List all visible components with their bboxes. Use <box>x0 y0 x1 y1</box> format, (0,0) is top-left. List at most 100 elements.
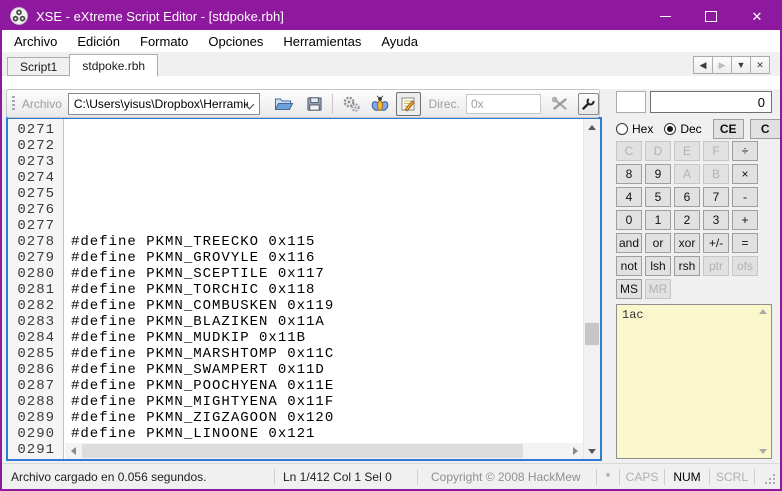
keypad-row: 0123+ <box>616 210 758 230</box>
code-line[interactable] <box>71 186 583 202</box>
horizontal-scroll-thumb[interactable] <box>82 444 523 458</box>
wrench-icon <box>581 97 595 111</box>
title-bar[interactable]: XSE - eXtreme Script Editor - [stdpoke.r… <box>2 2 780 30</box>
calc-button-2[interactable]: 2 <box>674 210 700 230</box>
calc-button-ms[interactable]: MS <box>616 279 642 299</box>
code-line[interactable]: #define PKMN_BLAZIKEN 0x11A <box>71 314 583 330</box>
radio-dec-circle-icon <box>664 123 676 135</box>
calc-button-9[interactable]: 9 <box>645 164 671 184</box>
menu-item-opciones[interactable]: Opciones <box>198 30 273 52</box>
scroll-down-button[interactable] <box>584 443 600 459</box>
code-line[interactable]: #define PKMN_GROVYLE 0x116 <box>71 250 583 266</box>
code-line[interactable] <box>71 218 583 234</box>
calc-button-lsh[interactable]: lsh <box>645 256 671 276</box>
line-number: 0289 <box>8 410 63 426</box>
close-button[interactable]: ✕ <box>734 2 780 30</box>
calc-button-plus-minus[interactable]: +/- <box>703 233 729 253</box>
code-editor[interactable]: 0271027202730274027502760277027802790280… <box>6 117 602 461</box>
menu-item-formato[interactable]: Formato <box>130 30 198 52</box>
tab-script1[interactable]: Script1 <box>7 57 70 76</box>
code-line[interactable] <box>71 122 583 138</box>
scroll-right-button[interactable] <box>567 443 583 459</box>
code-line[interactable] <box>71 154 583 170</box>
save-file-button[interactable] <box>302 92 327 116</box>
calc-button-not[interactable]: not <box>616 256 642 276</box>
compile-button[interactable] <box>338 92 363 116</box>
code-line[interactable] <box>71 170 583 186</box>
calc-button-d: D <box>645 141 671 161</box>
code-line[interactable] <box>71 138 583 154</box>
code-line[interactable]: #define PKMN_MIGHTYENA 0x11F <box>71 394 583 410</box>
script-editor-toggle-button[interactable] <box>396 92 421 116</box>
calculator-memo[interactable]: 1ac <box>616 304 772 459</box>
code-text-area[interactable]: #define PKMN_TREECKO 0x115#define PKMN_G… <box>65 119 583 459</box>
menu-item-herramientas[interactable]: Herramientas <box>273 30 371 52</box>
scroll-up-button[interactable] <box>584 119 600 135</box>
calc-button-4[interactable]: 4 <box>616 187 642 207</box>
calc-button-c[interactable]: C <box>750 119 781 139</box>
radio-hex[interactable]: Hex <box>616 122 653 136</box>
line-number: 0290 <box>8 426 63 442</box>
resize-grip[interactable] <box>765 474 776 485</box>
calc-button-1[interactable]: 1 <box>645 210 671 230</box>
code-line[interactable]: #define PKMN_MUDKIP 0x11B <box>71 330 583 346</box>
minimize-button[interactable] <box>642 2 688 30</box>
debug-button[interactable] <box>367 92 392 116</box>
code-line[interactable]: #define PKMN_ZIGZAGOON 0x120 <box>71 410 583 426</box>
open-file-button[interactable] <box>272 92 297 116</box>
vertical-scrollbar[interactable] <box>583 119 600 459</box>
gears-icon <box>341 95 361 113</box>
code-line[interactable]: #define PKMN_TREECKO 0x115 <box>71 234 583 250</box>
code-line[interactable]: #define PKMN_SCEPTILE 0x117 <box>71 266 583 282</box>
calc-button-0[interactable]: 0 <box>616 210 642 230</box>
calc-button-7[interactable]: 7 <box>703 187 729 207</box>
menu-item-archivo[interactable]: Archivo <box>4 30 67 52</box>
minimize-icon <box>660 16 671 17</box>
maximize-button[interactable] <box>688 2 734 30</box>
calculator-display[interactable]: 0 <box>650 91 772 113</box>
calc-button-rsh[interactable]: rsh <box>674 256 700 276</box>
calc-button-8[interactable]: 8 <box>616 164 642 184</box>
calc-button-xor[interactable]: xor <box>674 233 700 253</box>
toolbar-grip[interactable] <box>12 96 15 112</box>
code-line[interactable]: #define PKMN_TORCHIC 0x118 <box>71 282 583 298</box>
calc-button-multiply[interactable]: × <box>732 164 758 184</box>
line-number: 0278 <box>8 234 63 250</box>
calc-button-or[interactable]: or <box>645 233 671 253</box>
calc-button-minus[interactable]: - <box>732 187 758 207</box>
close-tab-button[interactable]: ✕ <box>750 56 770 74</box>
code-line[interactable]: #define PKMN_LINOONE 0x121 <box>71 426 583 442</box>
menu-item-edici-n[interactable]: Edición <box>67 30 130 52</box>
calc-button-3[interactable]: 3 <box>703 210 729 230</box>
hacked-tools-button[interactable] <box>578 93 599 115</box>
calc-button-and[interactable]: and <box>616 233 642 253</box>
code-line[interactable]: #define PKMN_COMBUSKEN 0x119 <box>71 298 583 314</box>
horizontal-scrollbar[interactable] <box>65 443 583 459</box>
radio-dec[interactable]: Dec <box>664 122 701 136</box>
file-combo-label: Archivo <box>22 97 62 111</box>
calculator-aux-input[interactable] <box>616 91 646 113</box>
file-path-combobox[interactable]: C:\Users\yisus\Dropbox\Herramienta <box>68 93 260 115</box>
line-number: 0281 <box>8 282 63 298</box>
vertical-scroll-thumb[interactable] <box>585 323 599 345</box>
calc-button-6[interactable]: 6 <box>674 187 700 207</box>
menu-item-ayuda[interactable]: Ayuda <box>371 30 428 52</box>
memo-scrollbar[interactable] <box>756 306 770 457</box>
scroll-left-button[interactable] <box>65 443 81 459</box>
copyright-text: Copyright © 2008 HackMew <box>418 464 596 489</box>
code-line[interactable]: #define PKMN_MARSHTOMP 0x11C <box>71 346 583 362</box>
calc-button-divide[interactable]: ÷ <box>732 141 758 161</box>
code-line[interactable]: #define PKMN_SWAMPERT 0x11D <box>71 362 583 378</box>
calc-button-plus[interactable]: + <box>732 210 758 230</box>
scroll-tabs-left-button[interactable]: ◀ <box>693 56 713 74</box>
calc-button-equals[interactable]: = <box>732 233 758 253</box>
tab-list-dropdown-button[interactable]: ▼ <box>731 56 751 74</box>
radio-hex-circle-icon <box>616 123 628 135</box>
code-line[interactable] <box>71 202 583 218</box>
code-line[interactable]: #define PKMN_POOCHYENA 0x11E <box>71 378 583 394</box>
calc-button-ce[interactable]: CE <box>713 119 744 139</box>
tab-nav-buttons: ◀▶▼✕ <box>694 56 770 74</box>
calc-button-5[interactable]: 5 <box>645 187 671 207</box>
offset-input[interactable]: 0x <box>466 94 541 114</box>
tab-stdpoke-rbh[interactable]: stdpoke.rbh <box>69 54 158 77</box>
